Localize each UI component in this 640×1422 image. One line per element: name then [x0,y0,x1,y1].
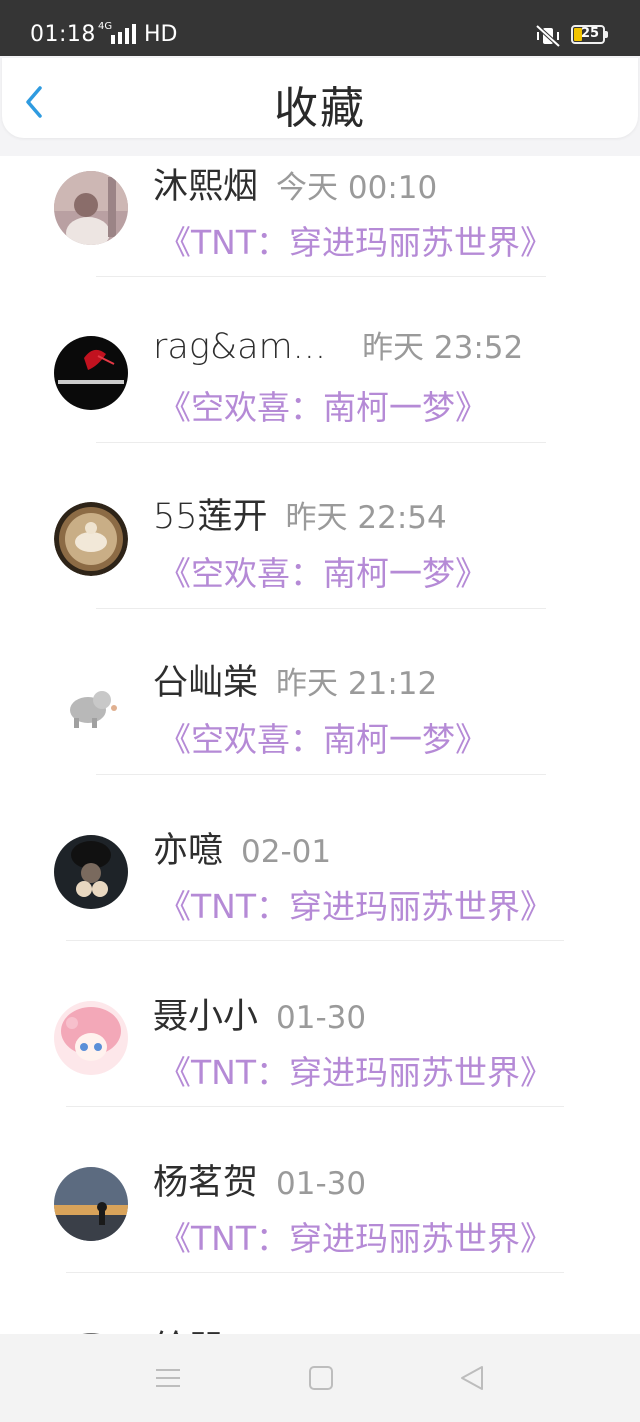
item-header: 给朋01-29 [153,1320,331,1334]
book-title-link[interactable]: 《TNT：穿进玛丽苏世界》 [158,1212,553,1260]
divider [96,442,546,443]
favorites-list: 沐熙烟 今天 00:10 《TNT：穿进玛丽苏世界》 rag&am... 昨天 23… [0,156,640,1334]
list-item[interactable]: 55莲开 昨天 22:54 《空欢喜：南柯一梦》 [0,488,640,654]
divider [66,1272,564,1273]
user-name: 55莲开 [153,497,268,537]
battery-indicator: 25 [571,25,608,44]
header-bar: 收藏 [2,58,638,138]
user-name: 杨茗贺 [153,1163,259,1203]
avatar[interactable] [54,668,128,742]
list-item[interactable]: 杨茗贺 01-30 《TNT：穿进玛丽苏世界》 [0,1152,640,1318]
user-name: 㕣屾棠 [153,663,259,703]
divider [96,608,546,609]
timestamp: 01-30 [276,1166,367,1202]
vibrate-off-icon [535,24,561,48]
timestamp: 今天 00:10 [276,170,438,206]
divider [96,774,546,775]
book-title-link[interactable]: 《空欢喜：南柯一梦》 [158,547,488,595]
battery-level: 25 [581,26,600,41]
item-header: 亦噫 02-01 [153,822,331,873]
item-header: rag&am... 昨天 23:52 [153,322,523,367]
avatar[interactable] [54,1001,128,1075]
user-name: 沐熙烟 [153,167,259,207]
book-title-link[interactable]: 《TNT：穿进玛丽苏世界》 [158,880,553,928]
square-icon[interactable] [307,1364,335,1392]
timestamp: 昨天 22:54 [285,500,447,536]
list-item[interactable]: rag&am... 昨天 23:52 《空欢喜：南柯一梦》 [0,322,640,488]
timestamp: 01-30 [276,1000,367,1036]
avatar[interactable] [54,171,128,245]
item-header: 沐熙烟 今天 00:10 [153,158,437,209]
item-header: 㕣屾棠 昨天 21:12 [153,654,437,705]
list-item[interactable]: 聂小小 01-30 《TNT：穿进玛丽苏世界》 [0,986,640,1152]
page-title: 收藏 [274,83,366,134]
timestamp: 昨天 23:52 [362,330,524,366]
avatar[interactable] [54,1167,128,1241]
hd-label: HD [144,22,178,47]
timestamp: 02-01 [241,834,332,870]
list-item[interactable]: 给朋01-29 [0,1318,640,1334]
triangle-back-icon[interactable] [458,1364,486,1392]
item-header: 聂小小 01-30 [153,988,366,1039]
status-bar: 01:18 4G HD 25 [0,0,640,56]
divider [66,1106,564,1107]
user-name: 亦噫 [153,831,224,871]
book-title-link[interactable]: 《TNT：穿进玛丽苏世界》 [158,1046,553,1094]
book-title-link[interactable]: 《空欢喜：南柯一梦》 [158,713,488,761]
avatar[interactable] [54,835,128,909]
system-navigation-bar [0,1334,640,1422]
status-time: 01:18 [30,22,96,47]
list-item[interactable]: 沐熙烟 今天 00:10 《TNT：穿进玛丽苏世界》 [0,156,640,322]
divider [66,940,564,941]
item-header: 杨茗贺 01-30 [153,1154,366,1205]
menu-icon[interactable] [154,1364,182,1392]
avatar[interactable] [54,502,128,576]
timestamp: 昨天 21:12 [276,666,438,702]
book-title-link[interactable]: 《空欢喜：南柯一梦》 [158,381,488,429]
signal-icon [111,24,136,44]
list-item[interactable]: 㕣屾棠 昨天 21:12 《空欢喜：南柯一梦》 [0,654,640,820]
avatar[interactable] [54,336,128,410]
divider [96,276,546,277]
user-name: 聂小小 [153,997,259,1037]
user-name: rag&am... [153,327,327,367]
item-header: 55莲开 昨天 22:54 [153,488,447,539]
list-item[interactable]: 亦噫 02-01 《TNT：穿进玛丽苏世界》 [0,820,640,986]
book-title-link[interactable]: 《TNT：穿进玛丽苏世界》 [158,216,553,264]
